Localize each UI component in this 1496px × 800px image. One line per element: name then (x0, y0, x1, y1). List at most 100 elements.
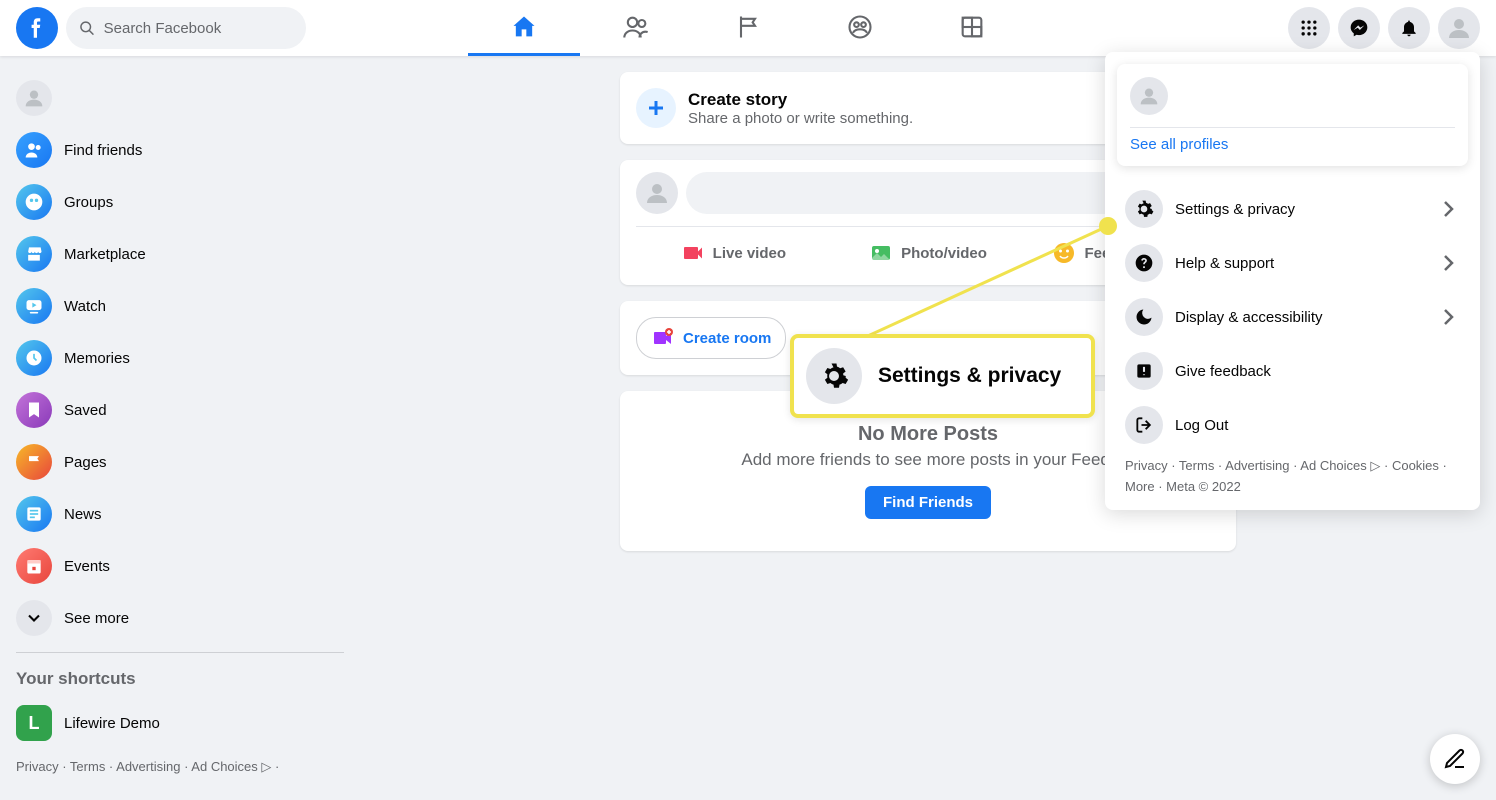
sidebar-pages[interactable]: Pages (8, 436, 352, 488)
facebook-logo-icon[interactable] (16, 7, 58, 49)
chevron-right-icon (1436, 197, 1460, 221)
memories-icon (16, 340, 52, 376)
shortcut-label: Lifewire Demo (64, 715, 160, 732)
composer-action-label: Live video (713, 245, 786, 262)
nav-gaming[interactable] (916, 0, 1028, 56)
notifications-button[interactable] (1388, 7, 1430, 49)
sidebar-item-label: Watch (64, 298, 106, 315)
find-friends-button[interactable]: Find Friends (865, 486, 991, 519)
sidebar-item-label: Events (64, 558, 110, 575)
chevron-right-icon (1436, 251, 1460, 275)
nav-tabs (468, 0, 1028, 56)
dropdown-item-label: Help & support (1175, 255, 1436, 272)
gear-icon (806, 348, 862, 404)
dropdown-display-accessibility[interactable]: Display & accessibility (1117, 290, 1468, 344)
header-bar (0, 0, 1496, 56)
sidebar-saved[interactable]: Saved (8, 384, 352, 436)
create-story-subtitle: Share a photo or write something. (688, 110, 913, 127)
annotation-dot (1099, 217, 1117, 235)
sidebar-item-label: Saved (64, 402, 107, 419)
video-camera-icon (681, 241, 705, 265)
pages-icon (16, 444, 52, 480)
sidebar-item-label: Pages (64, 454, 107, 471)
left-sidebar: Find friends Groups Marketplace Watch Me… (0, 56, 360, 800)
video-plus-icon (651, 326, 675, 350)
dropdown-footer: Privacy · Terms · Advertising · Ad Choic… (1117, 452, 1468, 498)
feedback-icon (1125, 352, 1163, 390)
callout-settings-privacy: Settings & privacy (790, 334, 1095, 418)
sidebar-watch[interactable]: Watch (8, 280, 352, 332)
shortcut-lifewire-demo[interactable]: L Lifewire Demo (8, 697, 352, 749)
logout-icon (1125, 406, 1163, 444)
sidebar-item-label: Marketplace (64, 246, 146, 263)
events-icon (16, 548, 52, 584)
composer-avatar[interactable] (636, 172, 678, 214)
composer-photo-video[interactable]: Photo/video (831, 233, 1026, 273)
account-avatar-button[interactable] (1438, 7, 1480, 49)
friends-icon (16, 132, 52, 168)
photo-icon (869, 241, 893, 265)
dropdown-profile-card[interactable]: See all profiles (1117, 64, 1468, 166)
sidebar-memories[interactable]: Memories (8, 332, 352, 384)
search-input[interactable] (104, 20, 294, 37)
smiley-icon (1052, 241, 1076, 265)
header-right (1288, 7, 1480, 49)
dropdown-help-support[interactable]: Help & support (1117, 236, 1468, 290)
sidebar-groups[interactable]: Groups (8, 176, 352, 228)
sidebar-news[interactable]: News (8, 488, 352, 540)
avatar-placeholder-icon (16, 80, 52, 116)
messenger-icon (1349, 18, 1369, 38)
create-room-button[interactable]: Create room (636, 317, 786, 359)
dropdown-item-label: Display & accessibility (1175, 309, 1436, 326)
groups-icon (16, 184, 52, 220)
sidebar-events[interactable]: Events (8, 540, 352, 592)
help-icon (1125, 244, 1163, 282)
create-room-label: Create room (683, 330, 771, 347)
callout-label: Settings & privacy (878, 364, 1061, 388)
see-all-profiles-link[interactable]: See all profiles (1130, 136, 1455, 153)
sidebar-item-label: Memories (64, 350, 130, 367)
sidebar-see-more[interactable]: See more (8, 592, 352, 644)
gear-icon (1125, 190, 1163, 228)
nav-friends[interactable] (580, 0, 692, 56)
dropdown-log-out[interactable]: Log Out (1117, 398, 1468, 452)
avatar-placeholder-icon (645, 181, 669, 205)
search-icon (78, 18, 96, 38)
dropdown-item-label: Log Out (1175, 417, 1460, 434)
shortcut-icon: L (16, 705, 52, 741)
messenger-button[interactable] (1338, 7, 1380, 49)
dropdown-item-label: Settings & privacy (1175, 201, 1436, 218)
account-dropdown-panel: See all profiles Settings & privacy Help… (1105, 52, 1480, 510)
plus-icon (636, 88, 676, 128)
sidebar-item-label: See more (64, 610, 129, 627)
sidebar-marketplace[interactable]: Marketplace (8, 228, 352, 280)
avatar-placeholder-icon (1447, 16, 1471, 40)
search-box[interactable] (66, 7, 306, 49)
menu-button[interactable] (1288, 7, 1330, 49)
moon-icon (1125, 298, 1163, 336)
sidebar-profile[interactable] (8, 72, 352, 124)
dropdown-item-label: Give feedback (1175, 363, 1460, 380)
saved-icon (16, 392, 52, 428)
chevron-right-icon (1436, 305, 1460, 329)
nav-home[interactable] (468, 0, 580, 56)
sidebar-footer: Privacy · Terms · Advertising · Ad Choic… (8, 749, 352, 785)
chevron-down-icon (16, 600, 52, 636)
separator (16, 652, 344, 653)
sidebar-item-label: Groups (64, 194, 113, 211)
dropdown-give-feedback[interactable]: Give feedback (1117, 344, 1468, 398)
marketplace-icon (16, 236, 52, 272)
avatar-placeholder-icon (1130, 77, 1168, 115)
sidebar-find-friends[interactable]: Find friends (8, 124, 352, 176)
news-icon (16, 496, 52, 532)
shortcuts-title: Your shortcuts (8, 661, 352, 697)
nav-groups[interactable] (804, 0, 916, 56)
composer-live-video[interactable]: Live video (636, 233, 831, 273)
composer-action-label: Photo/video (901, 245, 987, 262)
grid-icon (1299, 18, 1319, 38)
sidebar-item-label: Find friends (64, 142, 142, 159)
sidebar-item-label: News (64, 506, 102, 523)
edit-fab[interactable] (1430, 734, 1480, 784)
nav-pages[interactable] (692, 0, 804, 56)
dropdown-settings-privacy[interactable]: Settings & privacy (1117, 182, 1468, 236)
